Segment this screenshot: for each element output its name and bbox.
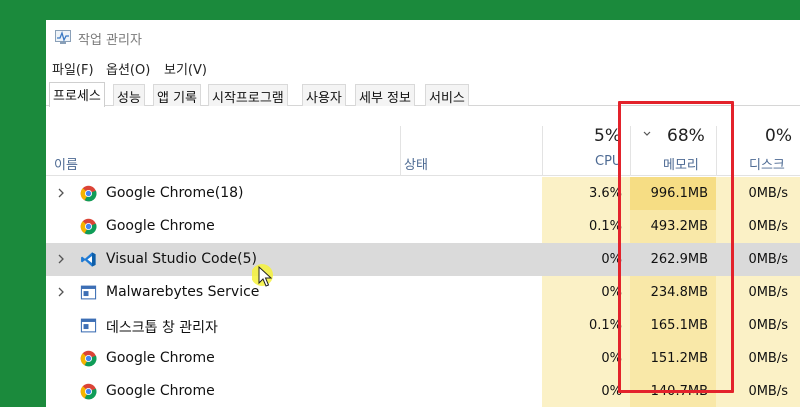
disk-cell: 0MB/s	[716, 243, 800, 276]
window-title: 작업 관리자	[78, 33, 142, 48]
cpu-value: 0%	[601, 252, 622, 267]
cpu-value: 0.1%	[588, 219, 622, 234]
expand-chevron-icon[interactable]	[57, 253, 65, 265]
tab-startup[interactable]: 시작프로그램	[208, 84, 288, 106]
cpu-value: 3.6%	[588, 186, 622, 201]
chrome-icon	[80, 218, 97, 235]
memory-cell: 234.8MB	[630, 276, 716, 309]
memory-value: 151.2MB	[650, 351, 708, 366]
memory-value: 234.8MB	[650, 285, 708, 300]
sort-chevron-down-icon	[643, 131, 651, 136]
chrome-icon	[80, 350, 97, 367]
disk-value: 0MB/s	[748, 252, 788, 267]
memory-value: 996.1MB	[650, 186, 708, 201]
disk-cell: 0MB/s	[716, 210, 800, 243]
disk-value: 0MB/s	[748, 219, 788, 234]
cpu-cell: 0.1%	[542, 210, 630, 243]
vscode-icon	[81, 252, 96, 267]
column-name-header[interactable]: 이름	[54, 154, 78, 173]
cpu-cell: 0%	[542, 276, 630, 309]
column-disk-header[interactable]: 디스크	[749, 154, 785, 173]
table-row[interactable]: Google Chrome 0.1% 493.2MB 0MB/s	[46, 210, 800, 243]
process-name: Visual Studio Code(5)	[106, 251, 257, 267]
memory-value: 165.1MB	[650, 318, 708, 333]
cpu-value: 0%	[601, 384, 622, 399]
menu-options[interactable]: 옵션(O)	[106, 59, 150, 78]
disk-value: 0MB/s	[748, 384, 788, 399]
process-name: Google Chrome	[106, 350, 215, 366]
title-bar[interactable]: 작업 관리자	[46, 20, 800, 54]
memory-cell: 493.2MB	[630, 210, 716, 243]
expand-chevron-icon[interactable]	[57, 286, 65, 298]
disk-cell: 0MB/s	[716, 177, 800, 210]
chrome-icon	[80, 383, 97, 400]
process-name: 데스크톱 창 관리자	[106, 320, 218, 336]
column-divider[interactable]	[400, 126, 401, 176]
disk-value: 0MB/s	[748, 285, 788, 300]
memory-cell: 140.7MB	[630, 375, 716, 407]
disk-value: 0MB/s	[748, 186, 788, 201]
process-name: Malwarebytes Service	[106, 284, 260, 300]
column-header: 이름 상태 5% CPU 68% 메모리 0% 디스크	[46, 107, 800, 176]
disk-cell: 0MB/s	[716, 375, 800, 407]
cpu-value: 0.1%	[588, 318, 622, 333]
process-name: Google Chrome(18)	[106, 185, 244, 201]
column-divider[interactable]	[542, 126, 543, 176]
mouse-cursor-icon	[252, 264, 273, 287]
memory-value: 262.9MB	[650, 252, 708, 267]
task-manager-window: 작업 관리자 파일(F) 옵션(O) 보기(V) 프로세스 성능 앱 기록 시작…	[46, 20, 800, 407]
cpu-cell: 0%	[542, 243, 630, 276]
memory-cell: 151.2MB	[630, 342, 716, 375]
table-row-selected[interactable]: Visual Studio Code(5) 0% 262.9MB 0MB/s	[46, 243, 800, 276]
process-name: Google Chrome	[106, 218, 215, 234]
tab-app-history[interactable]: 앱 기록	[153, 84, 202, 106]
cpu-value: 0%	[601, 351, 622, 366]
cpu-value: 0%	[601, 285, 622, 300]
disk-cell: 0MB/s	[716, 276, 800, 309]
cpu-cell: 0%	[542, 375, 630, 407]
memory-usage-percent: 68%	[667, 126, 705, 146]
tab-services[interactable]: 서비스	[425, 84, 469, 106]
tab-processes[interactable]: 프로세스	[49, 82, 105, 107]
tab-performance[interactable]: 성능	[113, 84, 145, 106]
column-cpu-header[interactable]: CPU	[595, 154, 621, 169]
disk-cell: 0MB/s	[716, 342, 800, 375]
column-divider[interactable]	[716, 126, 717, 176]
chrome-icon	[80, 185, 97, 202]
memory-value: 140.7MB	[650, 384, 708, 399]
memory-cell: 262.9MB	[630, 243, 716, 276]
table-row[interactable]: Malwarebytes Service 0% 234.8MB 0MB/s	[46, 276, 800, 309]
menu-view[interactable]: 보기(V)	[164, 59, 207, 78]
column-status-header[interactable]: 상태	[404, 154, 428, 173]
tab-details[interactable]: 세부 정보	[355, 84, 415, 106]
disk-cell: 0MB/s	[716, 309, 800, 342]
menu-file[interactable]: 파일(F)	[52, 59, 94, 78]
table-row[interactable]: Google Chrome 0% 151.2MB 0MB/s	[46, 342, 800, 375]
memory-cell: 165.1MB	[630, 309, 716, 342]
cpu-cell: 0.1%	[542, 309, 630, 342]
menu-bar: 파일(F) 옵션(O) 보기(V)	[46, 56, 800, 78]
tab-users[interactable]: 사용자	[302, 84, 346, 106]
table-row[interactable]: Google Chrome 0% 140.7MB 0MB/s	[46, 375, 800, 407]
column-divider[interactable]	[630, 126, 631, 176]
task-manager-icon	[55, 30, 71, 44]
disk-usage-percent: 0%	[765, 126, 792, 146]
tab-bar: 프로세스 성능 앱 기록 시작프로그램 사용자 세부 정보 서비스	[46, 82, 800, 107]
expand-chevron-icon[interactable]	[57, 187, 65, 199]
column-memory-header[interactable]: 메모리	[663, 154, 699, 173]
table-row[interactable]: 데스크톱 창 관리자 0.1% 165.1MB 0MB/s	[46, 309, 800, 342]
window-manager-icon	[80, 318, 97, 333]
cpu-cell: 3.6%	[542, 177, 630, 210]
memory-cell: 996.1MB	[630, 177, 716, 210]
memory-value: 493.2MB	[650, 219, 708, 234]
disk-value: 0MB/s	[748, 318, 788, 333]
cpu-usage-percent: 5%	[594, 126, 621, 146]
disk-value: 0MB/s	[748, 351, 788, 366]
table-row[interactable]: Google Chrome(18) 3.6% 996.1MB 0MB/s	[46, 177, 800, 210]
cpu-cell: 0%	[542, 342, 630, 375]
service-icon	[80, 285, 97, 300]
process-name: Google Chrome	[106, 383, 215, 399]
